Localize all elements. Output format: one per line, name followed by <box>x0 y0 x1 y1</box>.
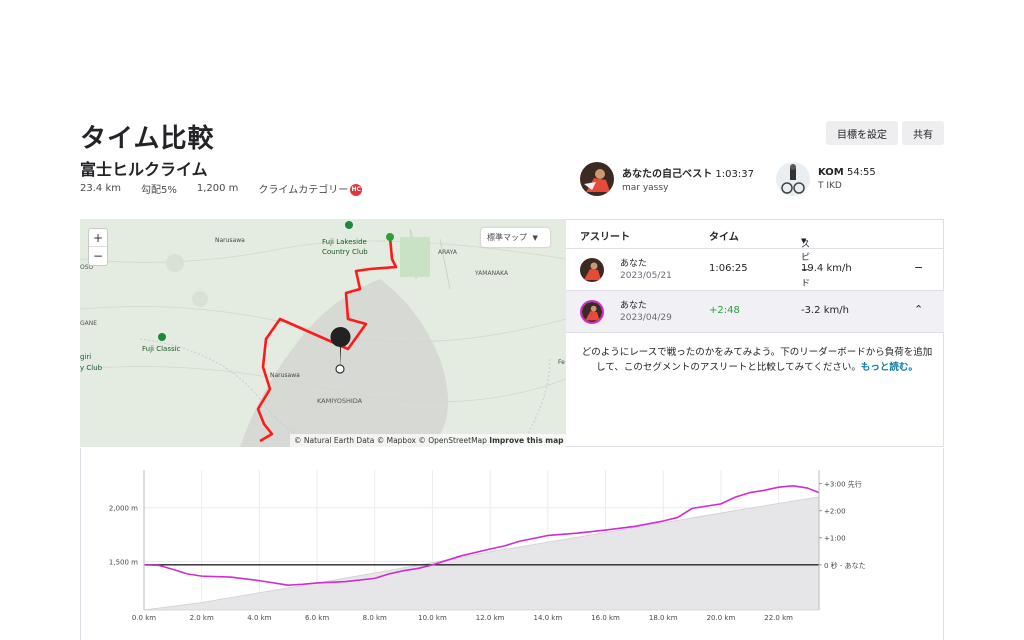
x-tick-label: 14.0 km <box>534 614 563 622</box>
y-right-tick-label: 0 秒 - あなた <box>824 561 866 570</box>
svg-text:KAMIYOSHIDA: KAMIYOSHIDA <box>317 397 363 405</box>
avatar <box>580 258 604 282</box>
hc-badge-icon: HC <box>350 184 363 196</box>
remove-row-button[interactable]: − <box>914 261 923 274</box>
x-tick-label: 20.0 km <box>707 614 736 622</box>
row-time: +2:48 <box>709 305 740 316</box>
map-style-label: 標準マップ <box>487 233 527 242</box>
x-tick-label: 2.0 km <box>190 614 214 622</box>
svg-text:YAMANAKA: YAMANAKA <box>474 270 509 277</box>
improve-map-link[interactable]: Improve this map <box>489 436 563 445</box>
svg-text:Narusawa: Narusawa <box>270 372 300 379</box>
x-tick-label: 18.0 km <box>649 614 678 622</box>
avatar[interactable] <box>580 162 614 196</box>
climb-category-stat: クライムカテゴリー HC <box>258 181 363 196</box>
svg-text:y Club: y Club <box>80 364 103 372</box>
x-tick-label: 22.0 km <box>764 614 793 622</box>
kom-user[interactable]: T IKD <box>818 181 876 191</box>
x-tick-label: 16.0 km <box>591 614 620 622</box>
svg-text:Narusawa: Narusawa <box>215 237 245 244</box>
zoom-controls: + − <box>88 228 108 266</box>
elevation-chart-panel: 0.0 km 2.0 km 4.0 km 6.0 km 8.0 km 10.0 km 12.… <box>80 448 944 640</box>
table-row[interactable]: あなた 2023/05/21 1:06:25 19.4 km/h − <box>566 249 944 291</box>
share-button[interactable]: 共有 <box>902 121 944 145</box>
y-right-tick-label: +1:00 <box>824 535 846 543</box>
avatar <box>580 300 604 324</box>
svg-text:Country Club: Country Club <box>322 248 368 256</box>
elevation-chart[interactable]: 0.0 km 2.0 km 4.0 km 6.0 km 8.0 km 10.0 km 12.… <box>81 448 943 640</box>
map-style-dropdown[interactable]: 標準マップ ▼ <box>481 228 550 247</box>
segment-map[interactable]: Narusawa Fuji Lakeside Country Club ARAY… <box>80 219 566 447</box>
pb-user[interactable]: mar yassy <box>622 183 754 193</box>
svg-text:Fe: Fe <box>558 359 565 366</box>
segment-name: 富士ヒルクライム <box>80 160 208 179</box>
y-right-tick-label: +3:00 先行 <box>824 480 862 489</box>
zoom-in-button[interactable]: + <box>89 229 107 247</box>
x-tick-label: 10.0 km <box>418 614 447 622</box>
col-athlete: アスリート <box>580 232 630 243</box>
leaderboard-header: アスリート タイム スピード ▼ <box>566 219 944 289</box>
svg-text:Fuji Classic: Fuji Classic <box>142 345 181 353</box>
x-tick-label: 8.0 km <box>363 614 387 622</box>
table-row[interactable]: あなた 2023/04/29 +2:48 -3.2 km/h ⌃ <box>566 291 944 333</box>
personal-best-summary: あなたの自己ベスト 1:03:37 mar yassy <box>580 162 754 196</box>
chevron-down-icon: ▼ <box>532 234 538 242</box>
attribution-text: © Natural Earth Data © Mapbox © OpenStre… <box>294 436 487 445</box>
segment-stats: 23.4 km 勾配5% 1,200 m クライムカテゴリー HC <box>80 181 363 196</box>
x-tick-label: 6.0 km <box>305 614 329 622</box>
y-left-tick-label: 2,000 m <box>109 505 138 513</box>
pb-time: 1:03:37 <box>715 169 754 180</box>
svg-text:Fuji Lakeside: Fuji Lakeside <box>322 238 367 246</box>
zoom-out-button[interactable]: − <box>89 247 107 265</box>
finish-marker <box>335 364 345 374</box>
grade-stat: 勾配5% <box>140 185 177 196</box>
climb-category-label: クライムカテゴリー <box>258 185 349 196</box>
y-left-tick-label: 1,500 m <box>109 559 138 567</box>
kom-time: 54:55 <box>846 167 876 178</box>
distance-stat: 23.4 km <box>80 183 121 194</box>
elevation-area <box>143 496 820 611</box>
row-athlete-name: あなた <box>620 301 648 311</box>
row-time: 1:06:25 <box>709 263 748 274</box>
sort-caret-icon: ▼ <box>801 237 807 245</box>
svg-text:GANE: GANE <box>80 320 97 327</box>
elevation-stat: 1,200 m <box>196 183 239 194</box>
y-right-tick-label: +2:00 <box>824 508 846 516</box>
row-speed: 19.4 km/h <box>801 263 852 274</box>
row-date: 2023/04/29 <box>620 313 672 323</box>
avatar[interactable] <box>776 162 810 196</box>
row-date: 2023/05/21 <box>620 271 672 281</box>
x-tick-label: 0.0 km <box>132 614 156 622</box>
start-marker <box>386 233 394 241</box>
x-tick-label: 12.0 km <box>476 614 505 622</box>
col-time: タイム <box>709 232 739 243</box>
leaderboard-description: どのようにレースで戦ったのかをみてみよう。下のリーダーボードから負荷を追加して、… <box>580 345 934 375</box>
kom-label: KOM <box>818 167 844 178</box>
kom-summary: KOM 54:55 T IKD <box>776 162 876 196</box>
svg-text:giri: giri <box>80 353 91 361</box>
map-canvas[interactable]: Narusawa Fuji Lakeside Country Club ARAY… <box>80 219 566 447</box>
map-attribution: © Natural Earth Data © Mapbox © OpenStre… <box>290 434 566 447</box>
page-title: タイム比較 <box>80 124 215 154</box>
x-tick-label: 4.0 km <box>247 614 271 622</box>
pb-label: あなたの自己ベスト <box>622 169 713 180</box>
read-more-link[interactable]: もっと読む。 <box>861 362 918 373</box>
row-speed: -3.2 km/h <box>801 305 849 316</box>
set-goal-button[interactable]: 目標を設定 <box>826 121 898 145</box>
svg-text:ARAYA: ARAYA <box>438 249 458 256</box>
collapse-row-button[interactable]: ⌃ <box>914 303 923 316</box>
row-athlete-name: あなた <box>620 259 648 269</box>
